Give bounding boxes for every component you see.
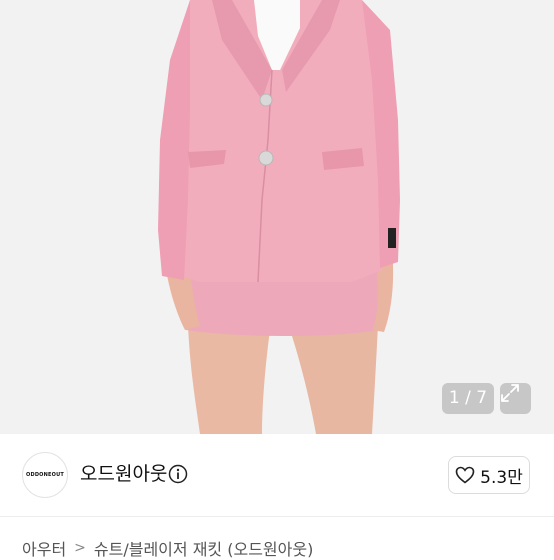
info-icon[interactable] <box>168 464 188 484</box>
divider <box>0 516 554 517</box>
breadcrumb: 아우터 > 슈트/블레이저 재킷 (오드원아웃) <box>22 536 313 560</box>
seller-avatar-logo: ODDONEOUT <box>26 472 64 478</box>
product-photo <box>158 0 400 434</box>
like-button[interactable]: 5.3만 <box>448 456 530 494</box>
seller-avatar[interactable]: ODDONEOUT <box>22 452 68 498</box>
expand-icon <box>501 384 519 402</box>
product-image-gallery[interactable]: 1 / 7 <box>0 0 554 434</box>
seller-name[interactable]: 오드원아웃 <box>80 460 167 488</box>
image-page-counter: 1 / 7 <box>442 383 494 414</box>
heart-icon <box>455 466 475 484</box>
breadcrumb-item-category[interactable]: 슈트/블레이저 재킷 (오드원아웃) <box>94 536 313 560</box>
breadcrumb-item-outer[interactable]: 아우터 <box>22 536 66 560</box>
like-count: 5.3만 <box>480 467 523 488</box>
seller-section: ODDONEOUT 오드원아웃 5.3만 <box>0 434 554 516</box>
expand-button[interactable] <box>500 383 531 414</box>
